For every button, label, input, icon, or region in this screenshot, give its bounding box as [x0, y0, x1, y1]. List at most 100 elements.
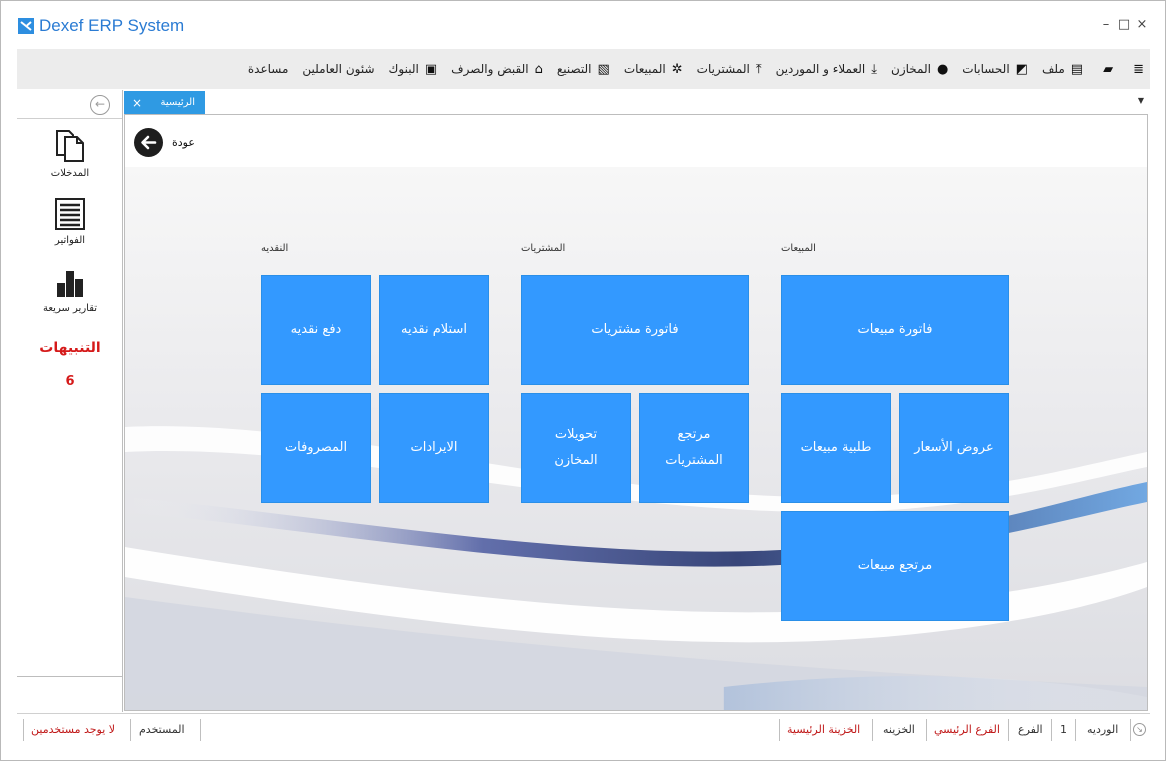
- main-menu-bar: ≣ ▰ ▤ ملف ◩ الحسابات ● المخازن ⤓ العملاء…: [17, 49, 1150, 89]
- menu-stores[interactable]: ● المخازن: [891, 62, 948, 77]
- menu-open[interactable]: ▰: [1097, 62, 1113, 77]
- divider: [122, 90, 123, 712]
- user-value: لا يوجد مستخدمين: [31, 723, 116, 736]
- menu-purchases[interactable]: ⤒ المشتريات: [697, 62, 762, 77]
- tab-home[interactable]: الرئيسية ×: [124, 91, 205, 114]
- app-window: Dexef ERP System – □ × ≣ ▰ ▤ ملف ◩ الحسا…: [0, 0, 1166, 761]
- shift-value: 1: [1060, 723, 1067, 736]
- tile-revenues[interactable]: الايرادات: [379, 393, 489, 503]
- folder-icon: ▰: [1103, 61, 1114, 77]
- menu-receipts-payments[interactable]: ⌂ القبض والصرف: [451, 62, 543, 77]
- bar-chart-icon: [57, 271, 83, 297]
- tile-cash-receipt[interactable]: استلام نقديه: [379, 275, 489, 385]
- menu-label: الحسابات: [962, 62, 1010, 76]
- divider: [1130, 719, 1131, 741]
- chevron-down-icon[interactable]: ▼: [1138, 96, 1144, 105]
- divider: [1008, 719, 1009, 741]
- download-icon: ⤓: [871, 61, 877, 77]
- documents-icon: [56, 130, 84, 162]
- divider: [1051, 719, 1052, 741]
- menu-label: شئون العاملين: [302, 62, 375, 76]
- menu-label: القبض والصرف: [451, 62, 529, 76]
- treasury-label: الخزينه: [883, 723, 915, 736]
- menu-banks[interactable]: ▣ البنوك: [389, 62, 438, 77]
- tile-sales-order[interactable]: طلبية مبيعات: [781, 393, 891, 503]
- menu-manufacturing[interactable]: ▧ التصنيع: [557, 62, 610, 77]
- sidebar-item-invoices[interactable]: الفواتير: [17, 197, 123, 246]
- divider: [926, 719, 927, 741]
- app-title: Dexef ERP System: [39, 16, 185, 35]
- tile-purchase-return[interactable]: مرتجع المشتريات: [639, 393, 749, 503]
- menu-toggle[interactable]: ≣: [1127, 62, 1144, 77]
- divider: [17, 118, 123, 119]
- divider: [23, 719, 24, 741]
- status-bar: ↘ الورديه 1 الفرع الفرع الرئيسي الخزينه …: [17, 713, 1150, 745]
- tile-price-offers[interactable]: عروض الأسعار: [899, 393, 1009, 503]
- menu-label: مساعدة: [247, 62, 289, 76]
- divider: [872, 719, 873, 741]
- gear-icon: ✲: [671, 61, 683, 77]
- app-logo-icon: [18, 18, 34, 34]
- menu-label: المشتريات: [696, 62, 750, 76]
- group-title-sales: المبيعات: [781, 243, 816, 254]
- close-button[interactable]: ×: [1135, 18, 1149, 32]
- menu-label: المخازن: [891, 62, 931, 76]
- group-title-cash: النقديه: [261, 243, 289, 254]
- sidebar-item-label: المدخلات: [50, 168, 90, 179]
- alerts-count[interactable]: 6: [17, 374, 123, 389]
- list-icon: ≣: [1133, 61, 1144, 77]
- tile-sales-invoice[interactable]: فاتورة مبيعات: [781, 275, 1009, 385]
- menu-hr[interactable]: شئون العاملين: [302, 62, 374, 76]
- treasury-value: الخزينة الرئيسية: [787, 723, 861, 736]
- close-tab-icon[interactable]: ×: [132, 96, 142, 110]
- tile-cash-payment[interactable]: دفع نقديه: [261, 275, 371, 385]
- file-icon: ▤: [1070, 61, 1084, 77]
- menu-help[interactable]: مساعدة: [248, 62, 289, 76]
- user-icon: ●: [936, 61, 949, 77]
- menu-customers-suppliers[interactable]: ⤓ العملاء و الموردين: [776, 62, 877, 77]
- upload-icon: ⤒: [755, 61, 762, 77]
- back-row: عودة: [125, 115, 1147, 167]
- bank-icon: ⌂: [534, 61, 543, 77]
- user-label: المستخدم: [139, 723, 185, 736]
- main-content: عودة المبيعات المشتريات النقديه فاتورة م…: [124, 114, 1148, 711]
- divider: [130, 719, 131, 741]
- status-arrow-icon[interactable]: ↘: [1133, 723, 1146, 736]
- menu-label: ملف: [1041, 62, 1065, 76]
- tile-sales-return[interactable]: مرتجع مبيعات: [781, 511, 1009, 621]
- chart-icon: ◩: [1015, 61, 1028, 77]
- money-icon: ▧: [597, 61, 610, 77]
- branch-value: الفرع الرئيسي: [934, 723, 1000, 736]
- alerts-title[interactable]: التنبيهات: [17, 340, 123, 356]
- menu-label: التصنيع: [556, 62, 592, 76]
- sidebar-item-label: تقارير سريعة: [42, 303, 98, 314]
- sidebar-item-quick-reports[interactable]: تقارير سريعة: [17, 267, 123, 314]
- tab-strip: الرئيسية × ▼: [124, 90, 1150, 114]
- menu-label: العملاء و الموردين: [775, 62, 866, 76]
- tile-purchase-invoice[interactable]: فاتورة مشتريات: [521, 275, 749, 385]
- group-title-purchases: المشتريات: [521, 243, 566, 254]
- menu-file[interactable]: ▤ ملف: [1042, 62, 1083, 77]
- menu-sales[interactable]: ✲ المبيعات: [624, 62, 683, 77]
- divider: [1075, 719, 1076, 741]
- maximize-button[interactable]: □: [1117, 18, 1131, 32]
- back-label[interactable]: عودة: [172, 136, 195, 149]
- tile-store-transfers[interactable]: تحويلات المخازن: [521, 393, 631, 503]
- back-arrow-icon[interactable]: [134, 128, 163, 157]
- shift-label: الورديه: [1087, 723, 1119, 736]
- sidebar: ← المدخلات الفواتير تقارير سريعة التنبيه…: [17, 90, 123, 710]
- menu-label: البنوك: [388, 62, 419, 76]
- invoices-icon: [55, 198, 85, 230]
- branch-label: الفرع: [1018, 723, 1043, 736]
- divider: [779, 719, 780, 741]
- title-bar: Dexef ERP System – □ ×: [1, 1, 1165, 47]
- tab-label: الرئيسية: [160, 97, 195, 108]
- menu-label: المبيعات: [623, 62, 666, 76]
- image-icon: ▣: [424, 61, 438, 77]
- sidebar-back-arrow-icon[interactable]: ←: [90, 95, 110, 115]
- minimize-button[interactable]: –: [1099, 18, 1113, 32]
- tile-expenses[interactable]: المصروفات: [261, 393, 371, 503]
- sidebar-item-inputs[interactable]: المدخلات: [17, 128, 123, 179]
- menu-accounts[interactable]: ◩ الحسابات: [962, 62, 1028, 77]
- divider: [17, 676, 123, 677]
